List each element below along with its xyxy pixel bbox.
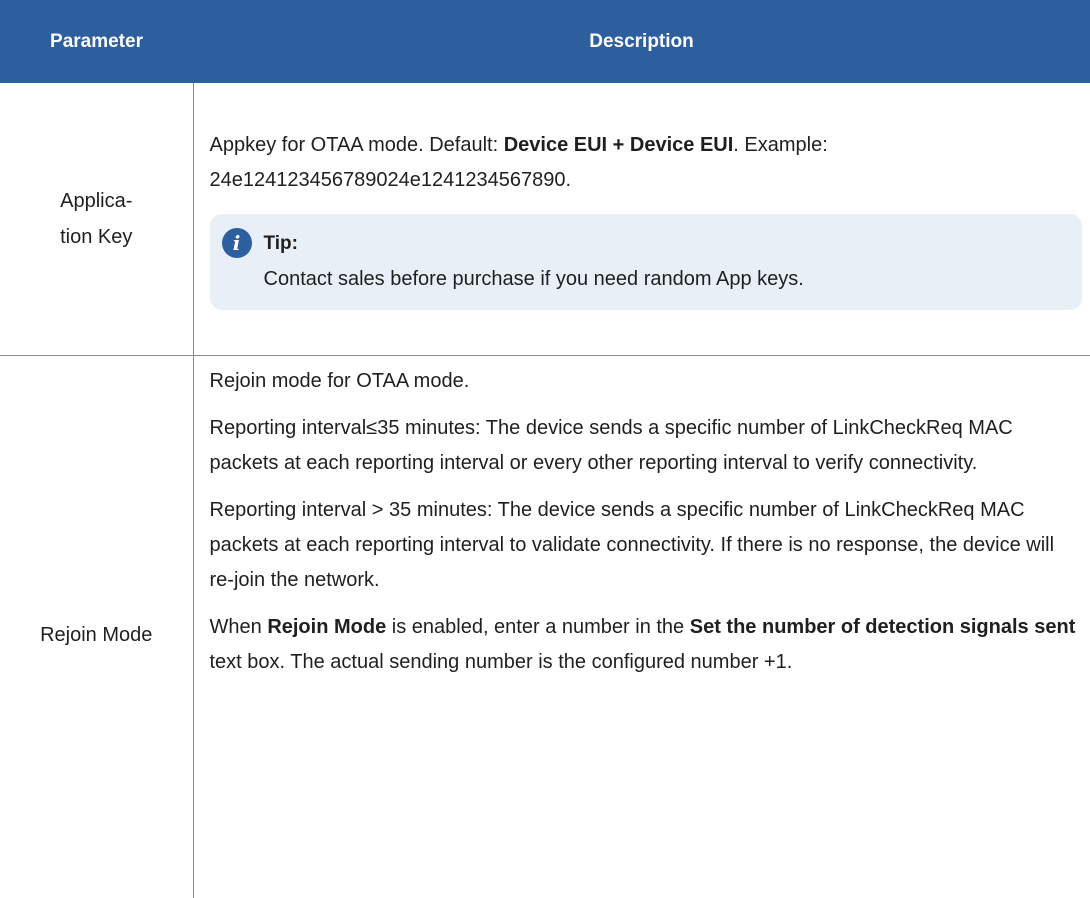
parameter-name: Applica-tion Key (31, 183, 161, 255)
description-paragraph: Rejoin mode for OTAA mode. (210, 364, 1081, 399)
column-header-parameter: Parameter (0, 0, 193, 83)
parameter-name: Rejoin Mode (40, 624, 152, 646)
text-run: Appkey for OTAA mode. Default: (210, 134, 504, 156)
description-paragraph: When Rejoin Mode is enabled, enter a num… (210, 610, 1081, 680)
tip-header: i Tip: (222, 226, 1065, 260)
bold-text: Rejoin Mode (267, 616, 386, 638)
table-row: Applica-tion Key Appkey for OTAA mode. D… (0, 83, 1090, 356)
parameter-name-line2: tion Key (60, 226, 132, 248)
info-icon: i (222, 228, 252, 258)
parameter-cell: Applica-tion Key (0, 83, 193, 356)
column-header-description: Description (193, 0, 1090, 83)
tip-box: i Tip: Contact sales before purchase if … (210, 214, 1083, 310)
description-paragraph: Reporting interval≤35 minutes: The devic… (210, 411, 1081, 481)
parameter-cell: Rejoin Mode (0, 356, 193, 898)
description-paragraph: Reporting interval > 35 minutes: The dev… (210, 493, 1081, 598)
table-row: Rejoin Mode Rejoin mode for OTAA mode. R… (0, 356, 1090, 898)
bold-text: Device EUI + Device EUI (504, 134, 734, 156)
tip-label: Tip: (264, 226, 298, 261)
description-cell: Appkey for OTAA mode. Default: Device EU… (193, 83, 1090, 356)
text-run: text box. The actual sending number is t… (210, 651, 793, 673)
description-text: Appkey for OTAA mode. Default: Device EU… (210, 128, 1081, 198)
parameter-name-line1: Applica- (60, 190, 132, 212)
tip-text: Contact sales before purchase if you nee… (264, 262, 1065, 297)
text-run: When (210, 616, 268, 638)
bold-text: Set the number of detection signals sent (690, 616, 1076, 638)
description-cell: Rejoin mode for OTAA mode. Reporting int… (193, 356, 1090, 898)
table-header-row: Parameter Description (0, 0, 1090, 83)
text-run: is enabled, enter a number in the (386, 616, 690, 638)
parameter-table: Parameter Description Applica-tion Key A… (0, 0, 1090, 898)
